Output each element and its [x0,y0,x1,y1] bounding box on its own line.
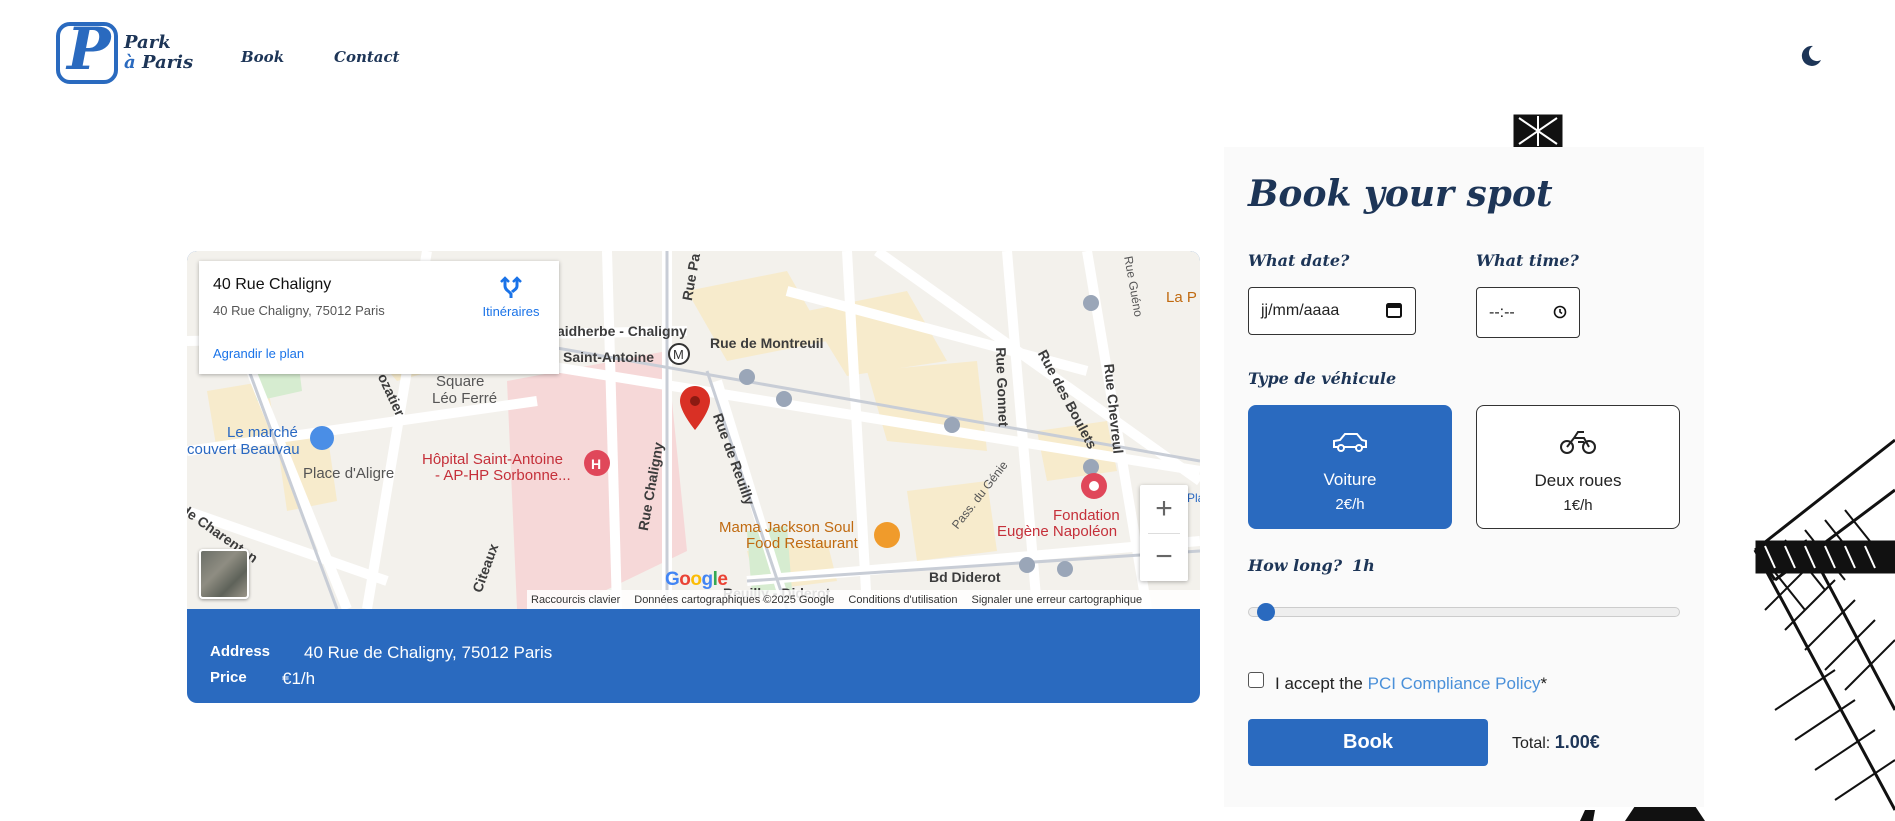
time-input[interactable]: --:-- [1476,287,1580,338]
logo-line2-b: Paris [141,52,194,73]
motorcycle-icon [1560,431,1596,454]
place-title: 40 Rue Chaligny [213,276,332,293]
location-pin-icon[interactable] [680,386,710,430]
logo-text: Park à Paris [124,33,193,73]
listing-details: Address 40 Rue de Chaligny, 75012 Paris … [187,609,1200,703]
map-label-square: Square [436,373,485,390]
enlarge-map-link[interactable]: Agrandir le plan [213,346,304,361]
vehicle-name: Deux roues [1534,471,1622,490]
google-map[interactable]: M H aidherbe - Chaligny Saint-Antoine Ru… [187,251,1200,609]
zoom-out-button[interactable]: − [1140,533,1188,581]
nav-book-link[interactable]: Book [241,48,284,66]
vehicle-price: 2€/h [1335,496,1365,513]
vehicle-type-label: Type de véhicule [1248,369,1397,388]
map-label-mama-2: Food Restaurant [746,535,858,552]
zoom-divider [1148,533,1180,534]
map-zoom-control: + − [1140,485,1188,581]
directions-label: Itinéraires [482,304,540,319]
google-logo: Google [665,569,728,590]
vehicle-price: 1€/h [1563,497,1593,514]
header: P Park à Paris Book Contact [0,0,1895,110]
book-button[interactable]: Book [1248,719,1488,766]
vehicle-option-deux-roues[interactable]: Deux roues 1€/h [1476,405,1680,529]
logo-line2-a: à [124,52,136,73]
svg-text:M: M [673,347,684,362]
vehicle-option-voiture[interactable]: Voiture 2€/h [1248,405,1452,529]
time-placeholder: --:-- [1489,303,1515,321]
accept-policy-checkbox[interactable] [1248,672,1264,688]
accept-policy-text: I accept the PCI Compliance Policy* [1275,674,1547,694]
map-label-mama-1: Mama Jackson Soul [719,519,855,536]
report-error-link[interactable]: Signaler une erreur cartographique [972,594,1143,606]
total-label: Total: [1512,735,1551,752]
map-label-gonnet: Rue Gonnet [993,347,1012,427]
address-label: Address [210,643,271,660]
total-value: 1.00€ [1554,732,1600,752]
map-label-bd-diderot: Bd Diderot [929,569,1001,585]
map-label-marche-2: couvert Beauvau [187,441,300,458]
logo[interactable]: P Park à Paris [56,20,193,84]
zoom-in-button[interactable]: + [1140,485,1188,533]
map-attribution-bar: Raccourcis clavier Données cartographiqu… [527,590,1200,609]
booking-panel: Book your spot What date? jj/mm/aaaa Wha… [1224,147,1704,807]
time-label: What time? [1476,251,1579,270]
directions-button[interactable]: Itinéraires [471,276,551,319]
satellite-toggle[interactable] [199,549,249,599]
calendar-icon[interactable] [1385,301,1403,319]
map-label-faidherbe: aidherbe - Chaligny [557,323,687,339]
price-value: €1/h [282,669,316,688]
directions-icon [500,276,522,298]
map-data-credit: Données cartographiques ©2025 Google [634,593,835,606]
pci-policy-link[interactable]: PCI Compliance Policy [1368,674,1541,693]
date-placeholder: jj/mm/aaaa [1261,302,1340,319]
logo-p-icon: P [56,20,118,84]
nav-contact-link[interactable]: Contact [334,48,400,66]
duration-slider-thumb[interactable] [1257,603,1275,621]
date-input[interactable]: jj/mm/aaaa [1248,287,1416,335]
map-label-montreuil: Rue de Montreuil [710,335,824,351]
map-label-marche-1: Le marché [227,424,298,441]
map-label-st-antoine: Saint-Antoine [563,349,654,365]
required-asterisk: * [1540,674,1548,693]
map-label-pla: Pla [1187,491,1200,505]
map-label-fondation-1: Fondation [1053,507,1120,524]
terms-link[interactable]: Conditions d'utilisation [848,594,957,606]
place-info-box: 40 Rue Chaligny 40 Rue Chaligny, 75012 P… [199,261,559,374]
address-row: Address 40 Rue de Chaligny, 75012 Paris [210,643,552,663]
total: Total: 1.00€ [1512,732,1600,753]
booking-title: Book your spot [1248,173,1553,215]
map-label-leo-ferre: Léo Ferré [432,390,498,407]
logo-line1: Park [124,32,171,53]
location-card: M H aidherbe - Chaligny Saint-Antoine Ru… [187,251,1200,703]
map-label-fondation-2: Eugène Napoléon [997,523,1118,540]
place-address: 40 Rue Chaligny, 75012 Paris [213,303,385,318]
map-label-hopital-1: Hôpital Saint-Antoine [422,451,563,468]
duration-label: How long? [1248,556,1343,575]
vehicle-name: Voiture [1323,470,1377,489]
accept-prefix: I accept the [1275,674,1363,693]
date-label: What date? [1248,251,1350,270]
svg-text:H: H [591,456,601,472]
car-icon [1333,433,1367,452]
address-value: 40 Rue de Chaligny, 75012 Paris [304,643,553,662]
map-label-aligre: Place d'Aligre [303,465,395,482]
map-label-hopital-2: - AP-HP Sorbonne... [435,467,571,484]
price-label: Price [210,669,247,686]
duration-value: 1h [1352,556,1375,575]
price-row: Price €1/h [210,669,315,689]
duration-slider[interactable] [1248,603,1680,621]
dark-mode-moon-icon[interactable] [1799,44,1823,68]
clock-icon[interactable] [1553,305,1567,319]
map-label-la-p: La P [1166,289,1197,306]
keyboard-shortcuts-link[interactable]: Raccourcis clavier [531,594,620,606]
